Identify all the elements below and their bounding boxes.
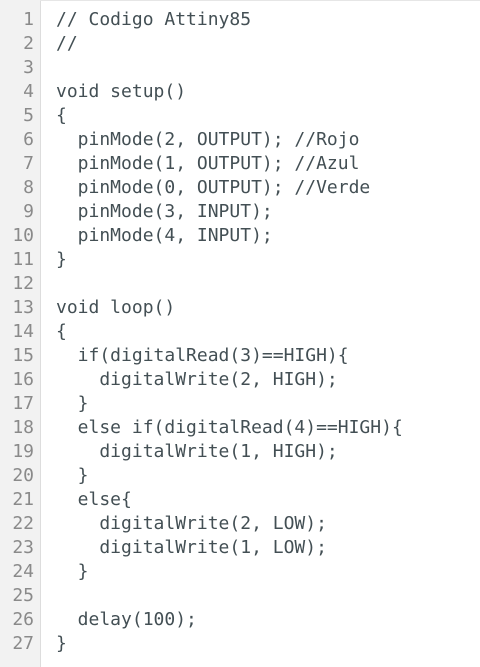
code-line[interactable]: 21 else{	[0, 488, 480, 512]
code-line[interactable]: 24 }	[0, 560, 480, 584]
code-line[interactable]: 3	[0, 56, 480, 80]
code-area[interactable]: 1// Codigo Attiny85 2//3 4 void setup() 5{6 …	[0, 8, 480, 656]
code-text[interactable]: void setup()	[40, 80, 186, 104]
code-text[interactable]: }	[40, 248, 67, 272]
line-number: 3	[23, 57, 34, 78]
code-line[interactable]: 26 delay(100);	[0, 608, 480, 632]
line-number: 13	[12, 297, 34, 318]
code-text[interactable]: pinMode(1, OUTPUT); //Azul	[40, 152, 360, 176]
code-text[interactable]: }	[40, 392, 89, 416]
code-text[interactable]	[40, 272, 56, 296]
line-number: 11	[12, 249, 34, 270]
line-number: 9	[23, 201, 34, 222]
code-line[interactable]: 19 digitalWrite(1, HIGH);	[0, 440, 480, 464]
line-number: 27	[12, 633, 34, 654]
code-line[interactable]: 6 pinMode(2, OUTPUT); //Rojo	[0, 128, 480, 152]
line-number: 20	[12, 465, 34, 486]
line-number: 18	[12, 417, 34, 438]
code-line[interactable]: 18 else if(digitalRead(4)==HIGH){	[0, 416, 480, 440]
line-number: 8	[23, 177, 34, 198]
line-number: 2	[23, 33, 34, 54]
code-line[interactable]: 22 digitalWrite(2, LOW);	[0, 512, 480, 536]
line-number: 22	[12, 513, 34, 534]
code-line[interactable]: 4 void setup()	[0, 80, 480, 104]
code-text[interactable]: pinMode(4, INPUT);	[40, 224, 273, 248]
code-text[interactable]: // Codigo Attiny85	[40, 8, 251, 32]
code-text[interactable]: digitalWrite(2, HIGH);	[40, 368, 337, 392]
code-text[interactable]: else{	[40, 488, 132, 512]
code-line[interactable]: 8 pinMode(0, OUTPUT); //Verde	[0, 176, 480, 200]
line-number: 16	[12, 369, 34, 390]
code-text[interactable]: digitalWrite(1, HIGH);	[40, 440, 337, 464]
code-text[interactable]	[40, 584, 56, 608]
code-line[interactable]: 5{	[0, 104, 480, 128]
line-number: 10	[12, 225, 34, 246]
code-text[interactable]: digitalWrite(1, LOW);	[40, 536, 327, 560]
code-text[interactable]: void loop()	[40, 296, 175, 320]
code-text[interactable]: if(digitalRead(3)==HIGH){	[40, 344, 349, 368]
line-number: 21	[12, 489, 34, 510]
line-number: 17	[12, 393, 34, 414]
code-line[interactable]: 15 if(digitalRead(3)==HIGH){	[0, 344, 480, 368]
line-number: 7	[23, 153, 34, 174]
code-text[interactable]: }	[40, 560, 89, 584]
code-text[interactable]: {	[40, 320, 67, 344]
code-line[interactable]: 20 }	[0, 464, 480, 488]
code-line[interactable]: 14 {	[0, 320, 480, 344]
code-text[interactable]: }	[40, 632, 67, 656]
code-text[interactable]: else if(digitalRead(4)==HIGH){	[40, 416, 403, 440]
code-line[interactable]: 7 pinMode(1, OUTPUT); //Azul	[0, 152, 480, 176]
code-text[interactable]: delay(100);	[40, 608, 197, 632]
code-text[interactable]: pinMode(3, INPUT);	[40, 200, 273, 224]
code-text[interactable]: digitalWrite(2, LOW);	[40, 512, 327, 536]
code-text[interactable]	[40, 56, 56, 80]
code-text[interactable]: pinMode(0, OUTPUT); //Verde	[40, 176, 371, 200]
line-number: 25	[12, 585, 34, 606]
editor-top-border	[40, 0, 480, 1]
line-number: 6	[23, 129, 34, 150]
code-text[interactable]: //	[40, 32, 78, 56]
code-line[interactable]: 13 void loop()	[0, 296, 480, 320]
code-line[interactable]: 27}	[0, 632, 480, 656]
line-number: 24	[12, 561, 34, 582]
line-number: 1	[23, 9, 34, 30]
line-number: 23	[12, 537, 34, 558]
code-line[interactable]: 2 //	[0, 32, 480, 56]
code-line[interactable]: 23 digitalWrite(1, LOW);	[0, 536, 480, 560]
code-line[interactable]: 9 pinMode(3, INPUT);	[0, 200, 480, 224]
code-line[interactable]: 1 // Codigo Attiny85	[0, 8, 480, 32]
code-text[interactable]: }	[40, 464, 89, 488]
code-line[interactable]: 25	[0, 584, 480, 608]
code-line[interactable]: 11}	[0, 248, 480, 272]
line-number: 19	[12, 441, 34, 462]
line-number: 14	[12, 321, 34, 342]
code-line[interactable]: 10 pinMode(4, INPUT);	[0, 224, 480, 248]
code-text[interactable]: pinMode(2, OUTPUT); //Rojo	[40, 128, 360, 152]
code-line[interactable]: 12	[0, 272, 480, 296]
code-text[interactable]: {	[40, 104, 67, 128]
line-number: 4	[23, 81, 34, 102]
code-editor[interactable]: 1// Codigo Attiny85 2//3 4 void setup() 5{6 …	[0, 0, 480, 667]
line-number: 12	[12, 273, 34, 294]
code-line[interactable]: 16 digitalWrite(2, HIGH);	[0, 368, 480, 392]
line-number: 26	[12, 609, 34, 630]
code-line[interactable]: 17 }	[0, 392, 480, 416]
line-number: 5	[23, 105, 34, 126]
line-number: 15	[12, 345, 34, 366]
